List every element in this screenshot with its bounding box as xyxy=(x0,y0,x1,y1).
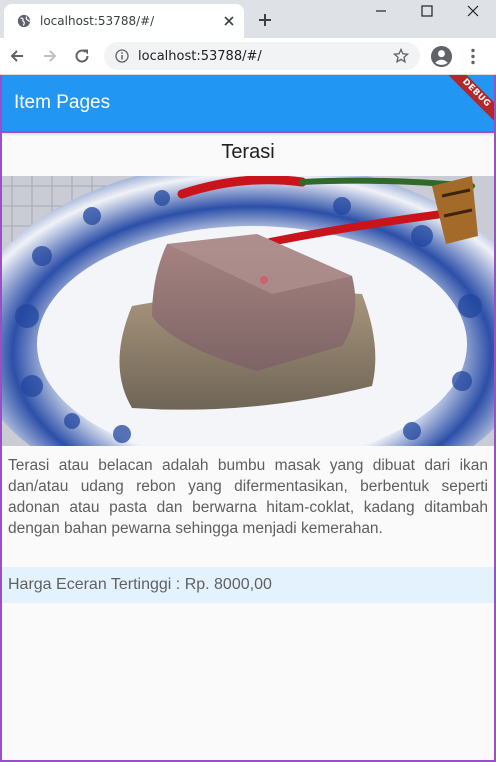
price-bar: Harga Eceran Tertinggi : Rp. 8000,00 xyxy=(2,567,494,603)
window-close-icon[interactable] xyxy=(462,3,484,19)
divider xyxy=(2,131,494,133)
maximize-icon[interactable] xyxy=(416,3,438,19)
browser-tabstrip: localhost:53788/#/ xyxy=(0,0,496,38)
minimize-icon[interactable] xyxy=(370,3,392,19)
plus-icon[interactable] xyxy=(256,11,274,29)
price-text: Harga Eceran Tertinggi : Rp. 8000,00 xyxy=(8,576,272,593)
browser-toolbar: localhost:53788/#/ xyxy=(0,38,496,75)
app-bar: Item Pages xyxy=(2,75,494,131)
info-icon[interactable] xyxy=(115,49,129,63)
arrow-left-icon[interactable] xyxy=(8,47,26,65)
account-icon[interactable] xyxy=(430,45,453,68)
tab-title: localhost:53788/#/ xyxy=(40,14,155,28)
app-bar-title: Item Pages xyxy=(14,92,111,113)
more-vert-icon[interactable] xyxy=(470,48,476,65)
star-icon[interactable] xyxy=(393,48,409,64)
flutter-app: Item Pages DEBUG Terasi Terasi atau bela… xyxy=(0,75,496,762)
item-title: Terasi xyxy=(221,141,275,163)
globe-icon xyxy=(17,14,31,28)
close-icon[interactable] xyxy=(222,14,236,28)
item-description: Terasi atau belacan adalah bumbu masak y… xyxy=(8,457,488,537)
arrow-right-icon[interactable] xyxy=(41,47,59,65)
browser-tab[interactable]: localhost:53788/#/ xyxy=(4,4,244,38)
reload-icon[interactable] xyxy=(73,47,91,65)
address-bar[interactable]: localhost:53788/#/ xyxy=(104,42,420,70)
item-image xyxy=(2,176,494,446)
url-text[interactable]: localhost:53788/#/ xyxy=(138,49,262,64)
